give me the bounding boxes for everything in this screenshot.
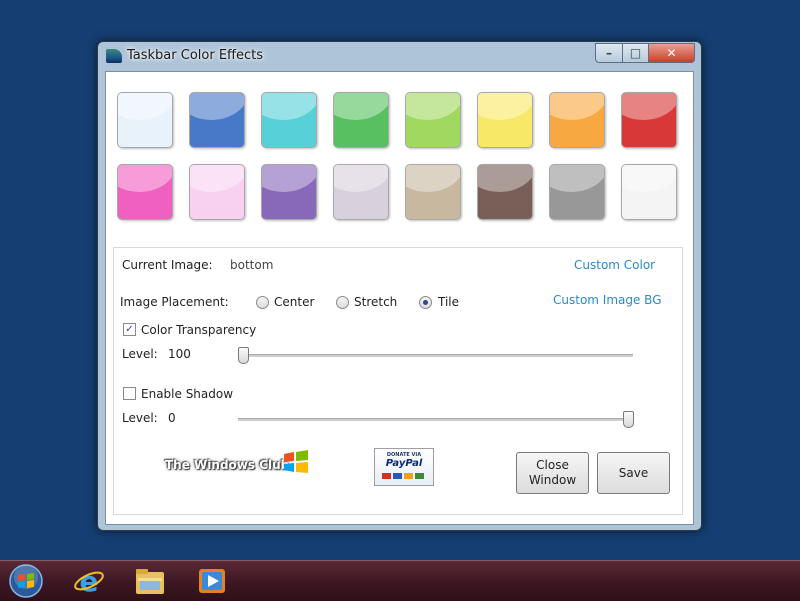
- title-bar[interactable]: Taskbar Color Effects – □ ✕: [98, 42, 701, 70]
- client-area: Current Image: bottom Custom Color Image…: [105, 71, 694, 525]
- color-swatch[interactable]: [549, 164, 605, 220]
- custom-color-link[interactable]: Custom Color: [574, 258, 655, 272]
- shadow-level-value: 0: [168, 411, 176, 425]
- taskbar: e: [0, 560, 800, 601]
- color-swatch[interactable]: [621, 92, 677, 148]
- media-player-icon[interactable]: [195, 564, 229, 598]
- maximize-button[interactable]: □: [623, 43, 649, 63]
- color-swatch[interactable]: [117, 92, 173, 148]
- color-swatch[interactable]: [405, 92, 461, 148]
- close-window-button[interactable]: Close Window: [516, 452, 589, 494]
- enable-shadow-checkbox[interactable]: [123, 387, 136, 400]
- shadow-level-label: Level:: [122, 411, 158, 425]
- close-button[interactable]: ✕: [649, 43, 695, 63]
- app-icon: [106, 49, 122, 63]
- color-swatch[interactable]: [261, 92, 317, 148]
- minimize-button[interactable]: –: [595, 43, 623, 63]
- enable-shadow-label: Enable Shadow: [141, 387, 234, 401]
- internet-explorer-icon[interactable]: e: [72, 564, 106, 598]
- color-swatch[interactable]: [477, 92, 533, 148]
- paypal-donate-button[interactable]: DONATE VIA PayPal: [374, 448, 434, 486]
- color-swatch[interactable]: [117, 164, 173, 220]
- file-explorer-icon[interactable]: [133, 564, 167, 598]
- shadow-slider-track[interactable]: [238, 418, 633, 421]
- color-swatch[interactable]: [333, 164, 389, 220]
- radio-tile-label: Tile: [438, 295, 460, 309]
- radio-stretch[interactable]: [336, 296, 349, 309]
- color-swatch[interactable]: [189, 92, 245, 148]
- payment-cards-icon: [382, 473, 424, 479]
- custom-image-bg-link[interactable]: Custom Image BG: [553, 293, 662, 307]
- radio-tile[interactable]: [419, 296, 432, 309]
- window-title: Taskbar Color Effects: [127, 48, 264, 63]
- current-image-value: bottom: [230, 258, 274, 272]
- app-window: Taskbar Color Effects – □ ✕ Current Imag…: [97, 41, 702, 531]
- color-swatch[interactable]: [189, 164, 245, 220]
- transparency-level-value: 100: [168, 347, 191, 361]
- image-placement-label: Image Placement:: [120, 295, 229, 309]
- color-swatch[interactable]: [333, 92, 389, 148]
- window-controls: – □ ✕: [595, 43, 695, 63]
- shadow-slider-thumb[interactable]: [623, 411, 634, 428]
- start-orb-icon[interactable]: [8, 563, 44, 599]
- color-swatch[interactable]: [621, 164, 677, 220]
- windows-flag-icon: [284, 450, 308, 473]
- the-windows-club-logo: The Windows Club: [165, 458, 290, 472]
- color-transparency-checkbox[interactable]: ✓: [123, 323, 136, 336]
- color-swatch[interactable]: [549, 92, 605, 148]
- current-image-label: Current Image:: [122, 258, 213, 272]
- svg-text:e: e: [80, 565, 99, 598]
- radio-stretch-label: Stretch: [354, 295, 398, 309]
- color-swatch[interactable]: [261, 164, 317, 220]
- radio-center[interactable]: [256, 296, 269, 309]
- color-swatch[interactable]: [477, 164, 533, 220]
- transparency-slider-thumb[interactable]: [238, 347, 249, 364]
- save-button[interactable]: Save: [597, 452, 670, 494]
- color-swatch[interactable]: [405, 164, 461, 220]
- radio-center-label: Center: [274, 295, 315, 309]
- transparency-slider-track[interactable]: [238, 354, 633, 357]
- transparency-level-label: Level:: [122, 347, 158, 361]
- paypal-logo-text: PayPal: [385, 458, 423, 469]
- settings-panel: Current Image: bottom Custom Color Image…: [113, 247, 683, 515]
- color-transparency-label: Color Transparency: [141, 323, 257, 337]
